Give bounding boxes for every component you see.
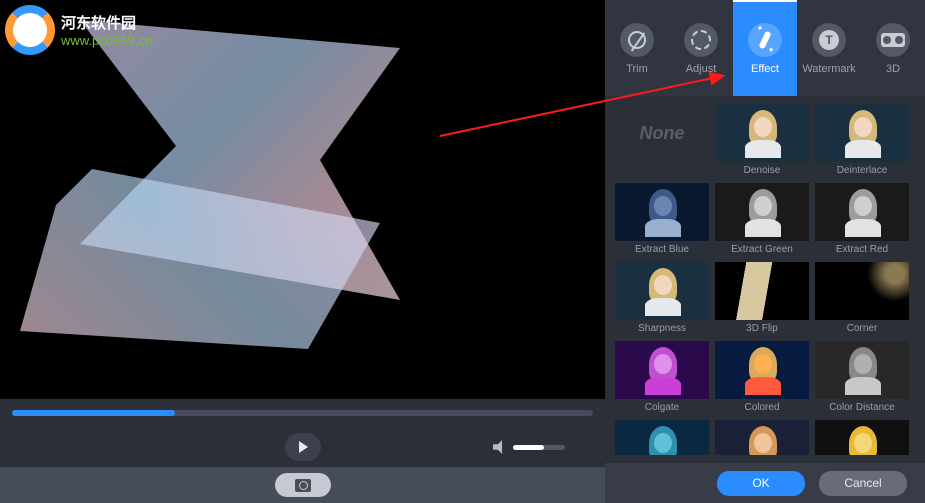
effect-item[interactable]: Extract Green	[715, 183, 809, 256]
effect-item[interactable]: 3D Flip	[715, 262, 809, 335]
effect-item[interactable]: Colgate	[615, 341, 709, 414]
tab-watermark[interactable]: Watermark	[797, 0, 861, 96]
tab-trim[interactable]: Trim	[605, 0, 669, 96]
effect-thumb	[615, 420, 709, 455]
effect-thumb	[715, 104, 809, 162]
scissors-icon	[628, 31, 646, 49]
tab-effect[interactable]: Effect	[733, 0, 797, 96]
effect-item[interactable]: Sharpness	[615, 262, 709, 335]
volume-control	[493, 440, 565, 454]
effect-thumb	[715, 341, 809, 399]
effects-panel: None Denoise Deinterlace Extract Blue Extrac…	[605, 96, 925, 463]
effects-grid[interactable]: None Denoise Deinterlace Extract Blue Extrac…	[615, 104, 921, 455]
effect-item[interactable]: Extract Red	[815, 183, 909, 256]
tab-label: 3D	[886, 63, 900, 75]
effect-item[interactable]: Denoise	[715, 104, 809, 177]
tab-label: Watermark	[802, 63, 855, 75]
play-button[interactable]	[285, 433, 321, 461]
progress-row	[0, 399, 605, 427]
effect-thumb	[815, 104, 909, 162]
effect-label: Denoise	[744, 165, 781, 177]
play-icon	[299, 441, 308, 453]
cancel-button[interactable]: Cancel	[819, 471, 907, 496]
progress-fill	[12, 410, 175, 416]
edit-panel: Trim Adjust Effect Watermark 3D None Deno…	[605, 0, 925, 503]
effect-label: Corner	[847, 323, 878, 335]
effect-thumb	[615, 341, 709, 399]
volume-fill	[513, 445, 544, 450]
effect-label: Deinterlace	[837, 165, 888, 177]
volume-icon	[493, 440, 507, 454]
snapshot-row	[0, 467, 605, 503]
effect-item[interactable]: Corner	[815, 262, 909, 335]
preview-pane	[0, 0, 605, 503]
wand-icon	[758, 31, 771, 50]
effect-label: Colgate	[645, 402, 679, 414]
watermark-title: 河东软件园	[61, 12, 152, 33]
effect-item[interactable]: Extract Blue	[615, 183, 709, 256]
watermark-overlay: 河东软件园 www.pc0359.cn	[5, 5, 152, 55]
tab-label: Effect	[751, 63, 779, 75]
adjust-icon	[691, 30, 711, 50]
effect-thumb	[715, 183, 809, 241]
effect-label: Color Distance	[829, 402, 895, 414]
watermark-logo-icon	[5, 5, 55, 55]
video-preview[interactable]	[0, 0, 605, 399]
none-label: None	[615, 104, 709, 162]
tab-label: Trim	[626, 63, 648, 75]
watermark-url: www.pc0359.cn	[61, 33, 152, 48]
effect-label: Extract Green	[731, 244, 793, 256]
effect-item[interactable]	[815, 420, 909, 455]
effect-thumb	[715, 262, 809, 320]
player-controls	[0, 427, 605, 467]
effect-label: Extract Red	[836, 244, 888, 256]
effect-thumb	[815, 183, 909, 241]
camera-icon	[295, 479, 311, 492]
effect-item[interactable]: None	[615, 104, 709, 177]
effect-label: 3D Flip	[746, 323, 778, 335]
effect-label: Extract Blue	[635, 244, 689, 256]
effect-thumb	[815, 341, 909, 399]
effect-thumb: None	[615, 104, 709, 162]
tab-3d[interactable]: 3D	[861, 0, 925, 96]
effect-item[interactable]: Deinterlace	[815, 104, 909, 177]
effect-thumb	[615, 183, 709, 241]
glasses-3d-icon	[881, 33, 905, 47]
effect-item[interactable]	[715, 420, 809, 455]
ok-button[interactable]: OK	[717, 471, 805, 496]
effect-item[interactable]: Color Distance	[815, 341, 909, 414]
effect-thumb	[815, 262, 909, 320]
effect-thumb	[615, 262, 709, 320]
effect-label: Colored	[744, 402, 779, 414]
text-icon	[819, 30, 839, 50]
snapshot-button[interactable]	[275, 473, 331, 497]
effect-item[interactable]	[615, 420, 709, 455]
effect-thumb	[815, 420, 909, 455]
progress-bar[interactable]	[12, 410, 593, 416]
effect-thumb	[715, 420, 809, 455]
effect-item[interactable]: Colored	[715, 341, 809, 414]
edit-tabs: Trim Adjust Effect Watermark 3D	[605, 0, 925, 96]
volume-slider[interactable]	[513, 445, 565, 450]
dialog-buttons: OK Cancel	[605, 463, 925, 503]
effect-label: Sharpness	[638, 323, 686, 335]
